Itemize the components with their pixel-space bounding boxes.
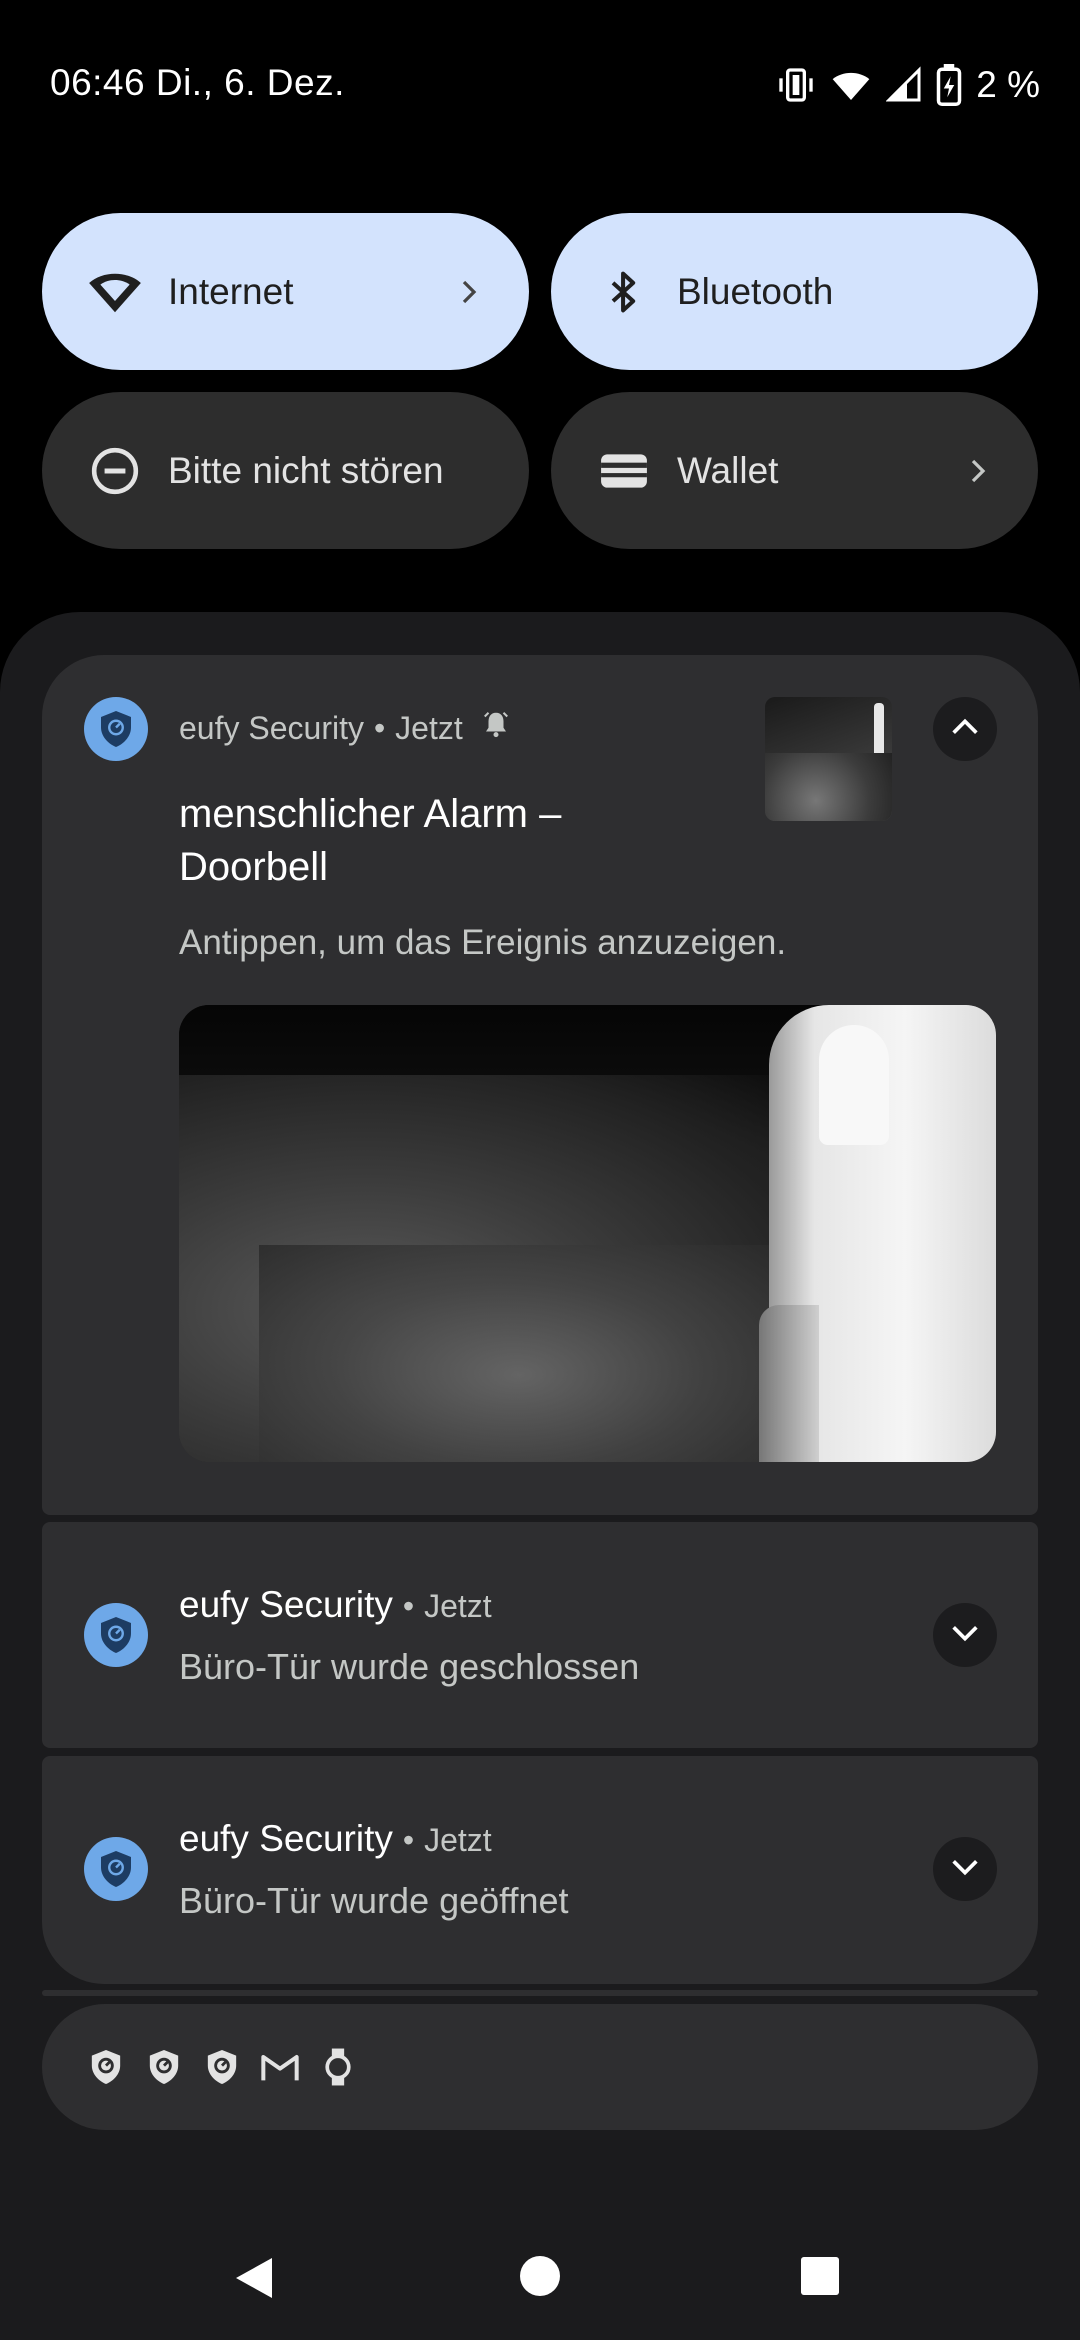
notification-icon-summary[interactable] bbox=[42, 2004, 1038, 2130]
recents-icon[interactable] bbox=[801, 2257, 839, 2300]
alert-bell-icon bbox=[481, 709, 511, 747]
status-icons: 2 % bbox=[776, 60, 1040, 110]
qs-tile-label: Bluetooth bbox=[677, 270, 834, 312]
notification-thumbnail bbox=[765, 697, 892, 821]
qs-tile-label: Internet bbox=[168, 270, 294, 312]
qs-tile-do-not-disturb[interactable]: Bitte nicht stören bbox=[42, 392, 529, 549]
notification-time: Jetzt bbox=[424, 1822, 492, 1858]
notification-card-door-closed[interactable]: eufy Security • Jetzt Büro-Tür wurde ges… bbox=[42, 1522, 1038, 1748]
notification-app-name: eufy Security bbox=[179, 1818, 393, 1859]
notification-header: eufy Security • Jetzt bbox=[179, 709, 511, 747]
eufy-shield-icon bbox=[84, 1603, 148, 1667]
notification-card-alarm[interactable]: eufy Security • Jetzt menschlicher Alarm… bbox=[42, 655, 1038, 1515]
wifi-icon bbox=[830, 65, 872, 105]
notification-text: Büro-Tür wurde geschlossen bbox=[179, 1646, 640, 1687]
bluetooth-icon bbox=[593, 261, 655, 323]
status-bar: 06:46 Di., 6. Dez. 2 % bbox=[0, 0, 1080, 170]
expand-button[interactable] bbox=[933, 1837, 997, 1901]
chevron-down-icon bbox=[948, 1850, 982, 1889]
eufy-shield-icon bbox=[202, 2047, 242, 2087]
chevron-right-icon bbox=[948, 441, 1008, 501]
eufy-shield-icon bbox=[84, 697, 148, 761]
notification-separator: • bbox=[402, 1822, 415, 1858]
eufy-shield-icon bbox=[144, 2047, 184, 2087]
qs-tile-bluetooth[interactable]: Bluetooth bbox=[551, 213, 1038, 370]
qs-tile-internet[interactable]: Internet bbox=[42, 213, 529, 370]
notification-header: eufy Security • Jetzt bbox=[179, 1584, 492, 1626]
eufy-shield-icon bbox=[86, 2047, 126, 2087]
notification-app-name: eufy Security bbox=[179, 709, 364, 746]
chevron-down-icon bbox=[948, 1616, 982, 1655]
qs-tile-wallet[interactable]: Wallet bbox=[551, 392, 1038, 549]
divider bbox=[42, 1990, 1038, 1996]
notification-card-door-opened[interactable]: eufy Security • Jetzt Büro-Tür wurde geö… bbox=[42, 1756, 1038, 1984]
gmail-icon bbox=[260, 2047, 300, 2087]
back-icon[interactable] bbox=[232, 2254, 276, 2307]
do-not-disturb-icon bbox=[84, 440, 146, 502]
collapse-button[interactable] bbox=[933, 697, 997, 761]
notification-separator: • bbox=[373, 709, 386, 746]
qs-tile-label: Bitte nicht stören bbox=[168, 449, 444, 491]
chevron-right-icon bbox=[439, 262, 499, 322]
notification-app-name: eufy Security bbox=[179, 1584, 393, 1625]
battery-charging-icon bbox=[936, 64, 962, 106]
chevron-up-icon bbox=[948, 710, 982, 749]
wallet-icon bbox=[593, 440, 655, 502]
notification-separator: • bbox=[402, 1588, 415, 1624]
watch-icon bbox=[318, 2047, 358, 2087]
status-time-date: 06:46 Di., 6. Dez. bbox=[50, 62, 345, 103]
cellular-signal-icon bbox=[886, 65, 922, 105]
notification-header: eufy Security • Jetzt bbox=[179, 1818, 492, 1860]
notification-text: Büro-Tür wurde geöffnet bbox=[179, 1880, 569, 1921]
navigation-bar bbox=[0, 2220, 1080, 2340]
wifi-icon bbox=[84, 261, 146, 323]
camera-snapshot-image bbox=[179, 1005, 996, 1462]
notification-time: Jetzt bbox=[424, 1588, 492, 1624]
notification-time: Jetzt bbox=[395, 709, 463, 746]
home-icon[interactable] bbox=[520, 2256, 560, 2301]
expand-button[interactable] bbox=[933, 1603, 997, 1667]
notification-text: Antippen, um das Ereignis anzuzeigen. bbox=[179, 923, 787, 962]
vibrate-icon bbox=[776, 65, 816, 105]
eufy-shield-icon bbox=[84, 1837, 148, 1901]
qs-tile-label: Wallet bbox=[677, 449, 779, 491]
battery-percent: 2 % bbox=[976, 64, 1040, 105]
notification-title: menschlicher Alarm – Doorbell bbox=[179, 792, 562, 889]
